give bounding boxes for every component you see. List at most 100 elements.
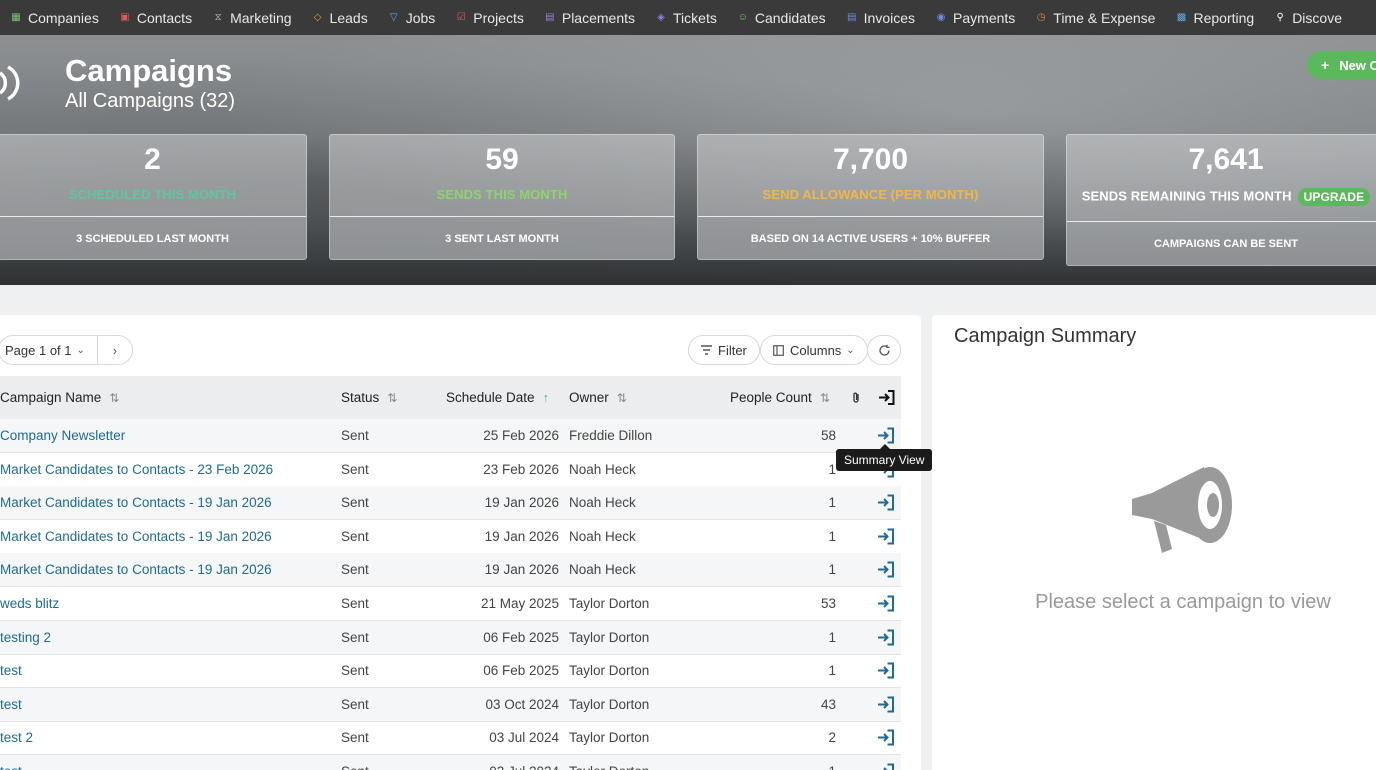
refresh-button[interactable] [867, 335, 901, 365]
stat-value: 2 [144, 143, 161, 176]
nav-item-candidates[interactable]: ☺ Candidates [727, 0, 836, 35]
table-row[interactable]: Market Candidates to Contacts - 19 Jan 2… [0, 553, 901, 588]
schedule-date-cell: 19 Jan 2026 [484, 562, 559, 578]
upgrade-button[interactable]: UPGRADE [1297, 188, 1371, 206]
nav-item-label: Marketing [230, 9, 292, 26]
summary-view-icon[interactable] [877, 494, 895, 511]
table-row[interactable]: Market Candidates to Contacts - 19 Jan 2… [0, 520, 901, 554]
table-row[interactable]: Market Candidates to Contacts - 19 Jan 2… [0, 486, 901, 521]
checkbox-icon: ☑ [456, 11, 466, 23]
summary-view-icon[interactable] [877, 427, 895, 444]
column-header-owner[interactable]: Owner ⇅ [569, 376, 627, 419]
pagination: Page 1 of 1 ⌄ › [0, 335, 133, 365]
nav-item-companies[interactable]: ▦ Companies [0, 0, 109, 35]
nav-item-payments[interactable]: ◉ Payments [925, 0, 1025, 35]
stat-footer: CAMPAIGNS CAN BE SENT [1067, 222, 1376, 265]
campaign-name-link[interactable]: weds blitz [0, 587, 59, 620]
nav-item-time-expense[interactable]: ◷ Time & Expense [1025, 0, 1165, 35]
table-row[interactable]: test Sent 03 Oct 2024 Taylor Dorton 43 [0, 687, 901, 722]
nav-item-leads[interactable]: ◇ Leads [302, 0, 378, 35]
table-row[interactable]: Company Newsletter Sent 25 Feb 2026 Freddie… [0, 419, 901, 453]
campaign-name-link[interactable]: test [0, 654, 22, 687]
table-row[interactable]: testing 2 Sent 06 Feb 2025 Taylor Dorton 1 [0, 620, 901, 655]
summary-view-icon[interactable] [877, 696, 895, 713]
owner-cell: Taylor Dorton [569, 663, 650, 679]
columns-label: Columns [790, 342, 842, 358]
hero-header: Campaigns All Campaigns (32) + New C 2 S… [0, 35, 1376, 285]
table-row[interactable]: weds blitz Sent 21 May 2025 Taylor Dorton 53 [0, 587, 901, 621]
stat-footer: 3 SCHEDULED LAST MONTH [0, 217, 306, 259]
table-row[interactable]: test Sent 06 Feb 2025 Taylor Dorton 1 [0, 654, 901, 689]
column-header-status[interactable]: Status ⇅ [341, 376, 397, 419]
summary-view-icon[interactable] [877, 561, 895, 578]
stat-label: SENDS THIS MONTH [436, 187, 568, 202]
nav-item-contacts[interactable]: ▣ Contacts [109, 0, 202, 35]
people-count-cell: 43 [820, 696, 836, 712]
people-count-cell: 2 [828, 730, 836, 746]
column-header-date[interactable]: Schedule Date ↑ [446, 376, 549, 419]
campaign-name-link[interactable]: Market Candidates to Contacts - 19 Jan 2… [0, 553, 272, 586]
column-header-count[interactable]: People Count ⇅ [730, 376, 830, 419]
stat-card-sends: 59 SENDS THIS MONTH 3 SENT LAST MONTH [329, 134, 675, 260]
owner-cell: Freddie Dillon [569, 428, 653, 443]
schedule-date-cell: 03 Jul 2024 [489, 730, 559, 746]
chevron-down-icon: ⌄ [76, 344, 85, 356]
campaign-name-link[interactable]: Market Candidates to Contacts - 19 Jan 2… [0, 486, 272, 519]
nav-item-label: Leads [329, 9, 368, 26]
table-row[interactable]: Market Candidates to Contacts - 23 Feb 2… [0, 453, 901, 487]
owner-cell: Noah Heck [569, 495, 636, 511]
summary-view-icon[interactable] [877, 662, 895, 679]
owner-cell: Taylor Dorton [569, 730, 650, 746]
nav-item-projects[interactable]: ☑ Projects [445, 0, 534, 35]
nav-item-invoices[interactable]: ▤ Invoices [836, 0, 925, 35]
summary-view-icon[interactable] [877, 528, 895, 545]
campaign-name-link[interactable]: Market Candidates to Contacts - 19 Jan 2… [0, 520, 272, 553]
nav-item-label: Jobs [405, 9, 436, 26]
nav-item-reporting[interactable]: ▩ Reporting [1165, 0, 1264, 35]
refresh-icon [878, 344, 890, 356]
table-header: Campaign Name ⇅ Status ⇅ Schedule Date ↑ Ow… [0, 376, 901, 419]
page-select[interactable]: Page 1 of 1 ⌄ [0, 336, 98, 364]
people-count-cell: 1 [828, 663, 836, 679]
schedule-date-cell: 06 Feb 2025 [483, 663, 559, 679]
summary-view-icon[interactable] [877, 595, 895, 612]
schedule-date-cell: 19 Jan 2026 [484, 495, 559, 511]
nav-item-discove[interactable]: ⚲ Discove [1264, 0, 1352, 35]
header-label: Campaign Name [0, 390, 102, 405]
next-page-button[interactable]: › [98, 336, 132, 364]
columns-icon [773, 344, 784, 356]
campaign-name-link[interactable]: test 2 [0, 721, 33, 754]
filter-icon [701, 345, 712, 355]
nav-item-jobs[interactable]: ▽ Jobs [378, 0, 446, 35]
filter-button[interactable]: Filter [688, 335, 760, 365]
summary-view-icon[interactable] [877, 629, 895, 646]
campaign-name-link[interactable]: Market Candidates to Contacts - 23 Feb 2… [0, 453, 273, 486]
table-row[interactable]: test 2 Sent 03 Jul 2024 Taylor Dorton 2 [0, 721, 901, 756]
schedule-date-cell: 03 Jul 2024 [440, 755, 559, 770]
stat-label: SCHEDULED THIS MONTH [68, 187, 237, 202]
campaign-name-link[interactable]: testing 2 [0, 621, 51, 654]
page-title: Campaigns [65, 53, 233, 88]
nav-item-label: Invoices [863, 9, 916, 26]
column-header-name[interactable]: Campaign Name ⇅ [0, 376, 119, 419]
status-cell: Sent [341, 528, 369, 544]
nav-item-label: Projects [473, 9, 524, 26]
campaign-name-link[interactable]: Company Newsletter [0, 419, 125, 452]
nav-item-marketing[interactable]: ⧖ Marketing [202, 0, 301, 35]
header-label: People Count [730, 390, 812, 405]
nav-item-tickets[interactable]: ◈ Tickets [645, 0, 727, 35]
summary-view-icon[interactable] [877, 763, 895, 770]
summary-title: Campaign Summary [954, 325, 1137, 347]
nav-item-placements[interactable]: ▤ Placements [534, 0, 645, 35]
campaign-name-link[interactable]: test [0, 688, 22, 721]
columns-button[interactable]: Columns ⌄ [760, 335, 868, 365]
table-row[interactable]: test Sent 03 Jul 2024 Taylor Dorton 1 [0, 755, 901, 770]
person-icon: ☺ [737, 11, 748, 23]
new-campaign-button[interactable]: + New C [1307, 51, 1376, 79]
summary-view-icon[interactable] [877, 729, 895, 746]
campaign-list-panel: Page 1 of 1 ⌄ › Filter Columns ⌄ Campaig… [0, 315, 921, 770]
stat-label-row: SENDS REMAINING THIS MONTH UPGRADE [1067, 188, 1376, 206]
campaign-name-link[interactable]: test [0, 755, 22, 770]
stat-value: 7,700 [832, 143, 909, 176]
stat-footer: 3 SENT LAST MONTH [330, 217, 674, 259]
